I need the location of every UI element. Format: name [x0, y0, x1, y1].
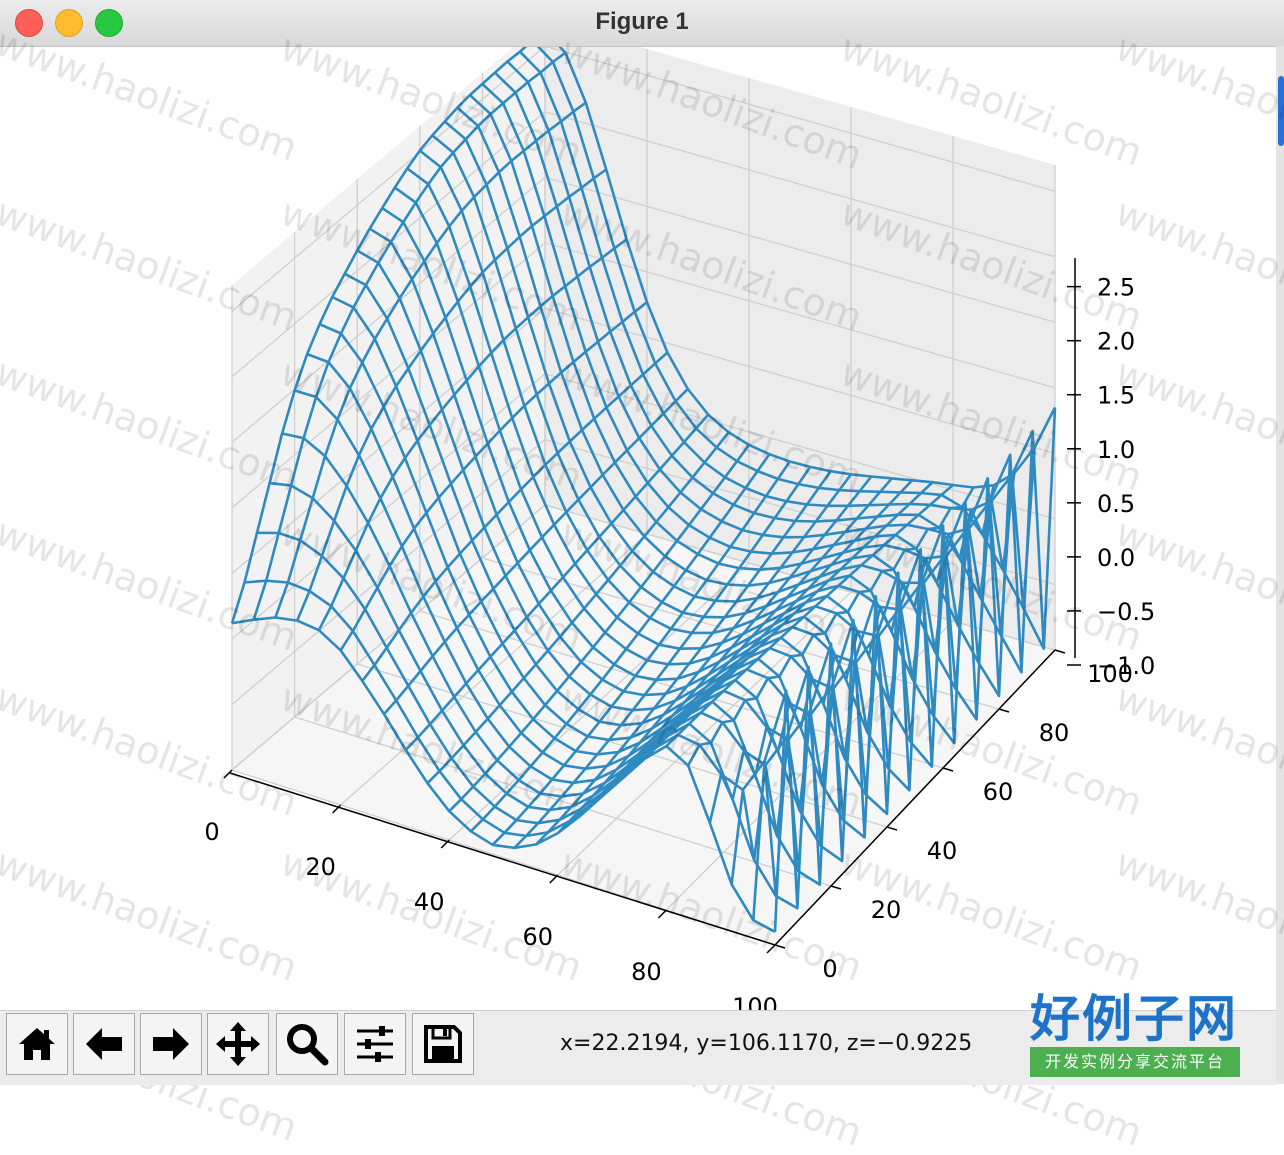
z-tick-label: 1.5: [1097, 382, 1135, 410]
x-tick: [549, 874, 559, 884]
x-tick: [766, 944, 776, 954]
configure-subplots-button[interactable]: [344, 1013, 406, 1075]
y-tick: [942, 767, 954, 772]
z-tick-label: 2.0: [1097, 328, 1135, 356]
window-titlebar: Figure 1: [0, 0, 1284, 47]
y-tick-label: 20: [871, 896, 902, 924]
home-icon: [19, 1028, 55, 1060]
x-tick-label: 20: [305, 853, 336, 881]
y-tick-label: 40: [927, 837, 958, 865]
y-tick: [886, 826, 898, 831]
z-tick-label: −0.5: [1097, 598, 1155, 626]
x-tick-label: 0: [204, 818, 219, 846]
arrow-left-icon: [86, 1028, 122, 1060]
y-tick: [1054, 649, 1066, 654]
y-tick: [830, 885, 842, 890]
logo-title: 好例子网: [1030, 990, 1238, 1048]
zoom-button[interactable]: [276, 1013, 338, 1075]
window-scrollbar[interactable]: [1276, 46, 1284, 1084]
pan-button[interactable]: [207, 1013, 269, 1075]
site-logo: 好例子网 开发实例分享交流平台: [1030, 991, 1240, 1081]
x-tick: [657, 909, 667, 919]
navigation-toolbar: x=22.2194, y=106.1170, z=−0.9225 好例子网 开发…: [0, 991, 1276, 1085]
move-icon: [216, 1022, 260, 1066]
logo-subtitle: 开发实例分享交流平台: [1030, 1047, 1240, 1077]
cursor-coordinates: x=22.2194, y=106.1170, z=−0.9225: [560, 1031, 973, 1056]
forward-button[interactable]: [140, 1013, 202, 1075]
scrollbar-thumb[interactable]: [1278, 76, 1284, 146]
z-tick-label: 1.0: [1097, 436, 1135, 464]
y-tick-label: 0: [822, 955, 837, 983]
floppy-disk-icon: [424, 1025, 462, 1063]
x-tick-label: 80: [631, 958, 662, 986]
x-tick-label: 100: [732, 993, 778, 1010]
window-title: Figure 1: [595, 8, 689, 35]
save-button[interactable]: [412, 1013, 474, 1075]
y-tick: [998, 708, 1010, 713]
magnifier-icon: [287, 1024, 329, 1066]
x-tick-label: 60: [523, 923, 554, 951]
y-tick-label: 80: [1039, 719, 1070, 747]
y-tick: [774, 944, 786, 949]
back-button[interactable]: [73, 1013, 135, 1075]
home-button[interactable]: [6, 1013, 68, 1075]
x-tick-label: 40: [414, 888, 445, 916]
z-tick-label: −1.0: [1097, 652, 1155, 680]
y-tick-label: 60: [983, 778, 1014, 806]
surface-plot[interactable]: 020406080100020406080100−1.0−0.50.00.51.…: [0, 47, 1276, 1010]
z-tick-label: 0.0: [1097, 544, 1135, 572]
z-tick-label: 2.5: [1097, 274, 1135, 302]
sliders-icon: [357, 1026, 393, 1062]
arrow-right-icon: [153, 1028, 189, 1060]
z-tick-label: 0.5: [1097, 490, 1135, 518]
